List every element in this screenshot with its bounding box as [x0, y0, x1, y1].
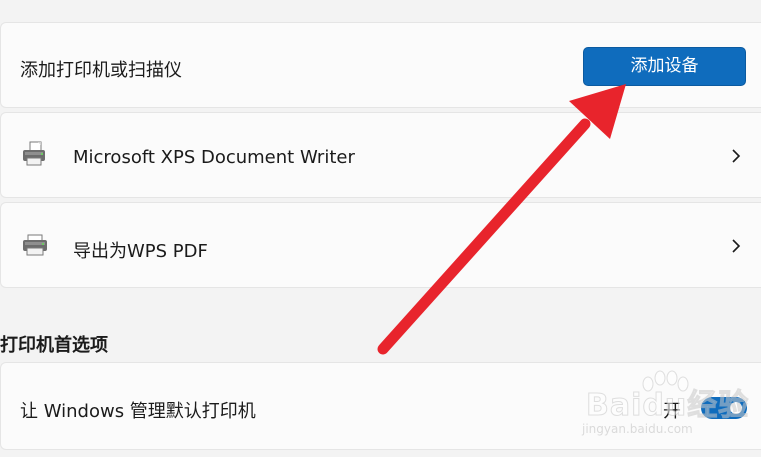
- toggle-state-label: 开: [663, 401, 681, 422]
- chevron-right-icon: [732, 149, 741, 163]
- printer-item-wps-pdf[interactable]: 导出为WPS PDF: [0, 202, 761, 288]
- manage-default-printer-toggle[interactable]: [701, 397, 747, 419]
- manage-default-printer-card: 让 Windows 管理默认打印机 开: [0, 362, 761, 450]
- chevron-right-icon: [732, 239, 741, 253]
- printer-preferences-title: 打印机首选项: [0, 335, 108, 356]
- add-device-button[interactable]: 添加设备: [583, 47, 746, 86]
- printer-name: 导出为WPS PDF: [73, 241, 208, 262]
- add-printer-card: 添加打印机或扫描仪 添加设备: [0, 22, 761, 108]
- toggle-knob: [730, 402, 742, 414]
- printer-document-icon: [23, 141, 45, 166]
- printer-icon: [23, 234, 47, 256]
- add-printer-label: 添加打印机或扫描仪: [20, 60, 182, 81]
- printer-item-xps[interactable]: Microsoft XPS Document Writer: [0, 112, 761, 198]
- printer-name: Microsoft XPS Document Writer: [73, 147, 355, 168]
- manage-default-printer-label: 让 Windows 管理默认打印机: [20, 401, 256, 422]
